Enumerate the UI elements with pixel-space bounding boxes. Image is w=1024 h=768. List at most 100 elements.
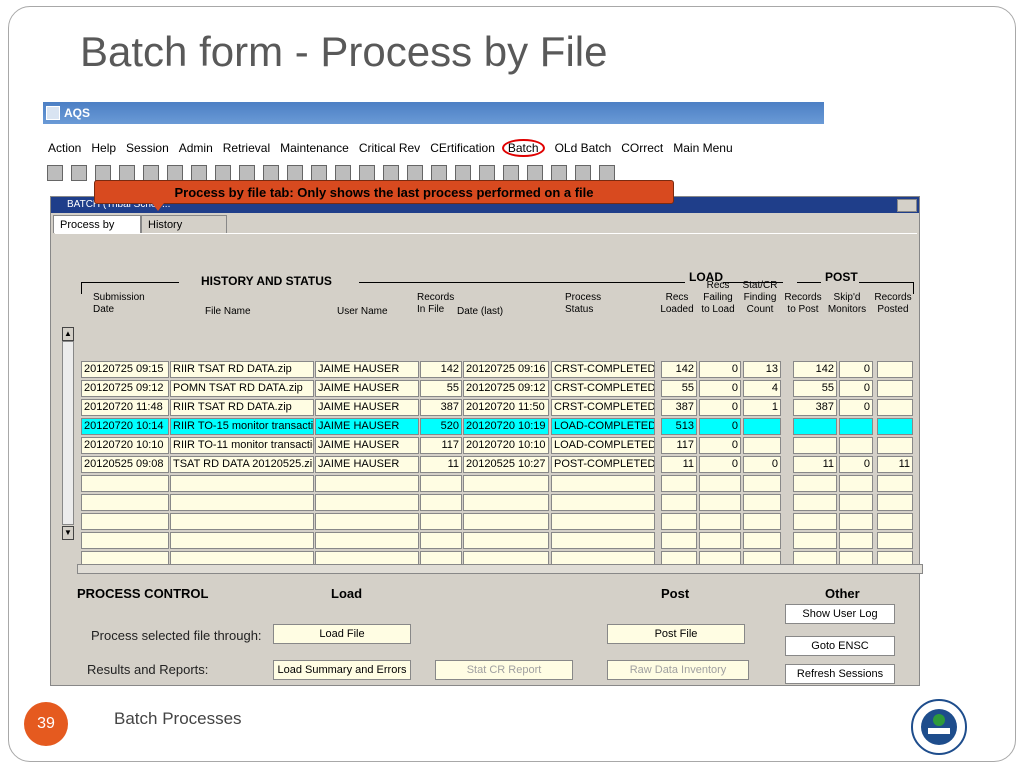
table-cell[interactable]: CRST-COMPLETED <box>551 399 655 416</box>
menu-item-session[interactable]: Session <box>126 141 169 155</box>
table-cell[interactable]: 142 <box>420 361 462 378</box>
menu-item-action[interactable]: Action <box>48 141 81 155</box>
table-cell[interactable] <box>81 532 169 549</box>
table-cell[interactable] <box>877 494 913 511</box>
duplicate-icon[interactable] <box>503 165 519 181</box>
last-block-icon[interactable] <box>407 165 423 181</box>
table-cell[interactable]: 4 <box>743 380 781 397</box>
table-cell[interactable]: 20120525 10:27 <box>463 456 549 473</box>
table-cell[interactable]: 387 <box>420 399 462 416</box>
table-cell[interactable]: 0 <box>839 361 873 378</box>
copy-icon[interactable] <box>167 165 183 181</box>
scrollbar-track[interactable] <box>62 341 74 525</box>
table-cell[interactable] <box>839 418 873 435</box>
table-cell[interactable]: POMN TSAT RD DATA.zip <box>170 380 314 397</box>
table-cell[interactable] <box>743 513 781 530</box>
table-cell[interactable] <box>743 437 781 454</box>
table-cell[interactable]: JAIME HAUSER <box>315 399 419 416</box>
count-icon[interactable] <box>239 165 255 181</box>
table-cell[interactable] <box>793 513 837 530</box>
table-cell[interactable] <box>793 494 837 511</box>
table-cell[interactable] <box>661 532 697 549</box>
table-cell[interactable]: 0 <box>839 380 873 397</box>
table-cell[interactable] <box>699 513 741 530</box>
menu-item-retrieval[interactable]: Retrieval <box>223 141 270 155</box>
tab-process-by-file[interactable]: Process by File <box>53 215 141 249</box>
table-cell[interactable] <box>463 513 549 530</box>
table-cell[interactable] <box>551 513 655 530</box>
table-cell[interactable]: 0 <box>839 399 873 416</box>
table-cell[interactable] <box>551 532 655 549</box>
table-cell[interactable] <box>463 494 549 511</box>
table-cell[interactable] <box>793 437 837 454</box>
menu-item-batch[interactable]: Batch <box>501 139 545 157</box>
table-cell[interactable]: 387 <box>661 399 697 416</box>
table-cell[interactable] <box>315 513 419 530</box>
table-cell[interactable]: 20120720 10:14 <box>81 418 169 435</box>
table-cell[interactable]: 513 <box>661 418 697 435</box>
table-cell[interactable] <box>551 494 655 511</box>
table-cell[interactable] <box>170 494 314 511</box>
table-cell[interactable] <box>793 418 837 435</box>
table-cell[interactable]: JAIME HAUSER <box>315 418 419 435</box>
table-cell[interactable] <box>743 475 781 492</box>
table-cell[interactable]: 0 <box>699 361 741 378</box>
prev-block-icon[interactable] <box>335 165 351 181</box>
table-cell[interactable] <box>551 475 655 492</box>
table-cell[interactable]: CRST-COMPLETED <box>551 361 655 378</box>
show-user-log-button[interactable]: Show User Log <box>785 604 895 624</box>
table-cell[interactable]: 20120720 10:19 <box>463 418 549 435</box>
table-cell[interactable] <box>420 513 462 530</box>
table-cell[interactable]: 20120725 09:16 <box>463 361 549 378</box>
table-cell[interactable] <box>315 532 419 549</box>
table-cell[interactable]: 11 <box>793 456 837 473</box>
save-icon[interactable] <box>47 165 63 181</box>
block-icon[interactable] <box>287 165 303 181</box>
table-cell[interactable]: 0 <box>839 456 873 473</box>
table-cell[interactable]: 20120720 11:50 <box>463 399 549 416</box>
table-cell[interactable] <box>839 437 873 454</box>
table-cell[interactable]: RIIR TSAT RD DATA.zip <box>170 399 314 416</box>
table-cell[interactable]: 13 <box>743 361 781 378</box>
undo-icon[interactable] <box>551 165 567 181</box>
refresh-sessions-button[interactable]: Refresh Sessions <box>785 664 895 684</box>
table-cell[interactable]: 520 <box>420 418 462 435</box>
table-cell[interactable]: 1 <box>743 399 781 416</box>
table-cell[interactable] <box>793 475 837 492</box>
table-cell[interactable] <box>315 475 419 492</box>
table-cell[interactable]: TSAT RD DATA 20120525.zip <box>170 456 314 473</box>
zoom-icon[interactable] <box>575 165 591 181</box>
help-icon[interactable] <box>599 165 615 181</box>
menu-item-correct[interactable]: COrrect <box>621 141 663 155</box>
delete-icon[interactable] <box>479 165 495 181</box>
table-cell[interactable]: 20120725 09:15 <box>81 361 169 378</box>
table-cell[interactable] <box>661 513 697 530</box>
table-cell[interactable]: LOAD-COMPLETED <box>551 418 655 435</box>
cut-icon[interactable] <box>143 165 159 181</box>
scroll-up-icon[interactable]: ▲ <box>62 327 74 341</box>
table-cell[interactable]: 0 <box>699 418 741 435</box>
table-cell[interactable]: 142 <box>793 361 837 378</box>
table-cell[interactable] <box>463 475 549 492</box>
clear-record-icon[interactable] <box>527 165 543 181</box>
table-cell[interactable] <box>170 475 314 492</box>
table-cell[interactable]: 20120720 11:48 <box>81 399 169 416</box>
table-cell[interactable] <box>699 532 741 549</box>
table-cell[interactable]: 117 <box>661 437 697 454</box>
post-file-button[interactable]: Post File <box>607 624 745 644</box>
stat-cr-report-button[interactable]: Stat CR Report <box>435 660 573 680</box>
table-cell[interactable]: 20120725 09:12 <box>463 380 549 397</box>
prev-icon[interactable] <box>359 165 375 181</box>
table-cell[interactable]: 0 <box>699 380 741 397</box>
table-cell[interactable]: 55 <box>661 380 697 397</box>
menu-item-help[interactable]: Help <box>91 141 116 155</box>
table-cell[interactable]: 142 <box>661 361 697 378</box>
table-cell[interactable]: RIIR TO-11 monitor transactio <box>170 437 314 454</box>
table-cell[interactable] <box>420 475 462 492</box>
table-cell[interactable] <box>170 513 314 530</box>
print-icon[interactable] <box>71 165 87 181</box>
table-cell[interactable]: RIIR TSAT RD DATA.zip <box>170 361 314 378</box>
menu-item-critical-rev[interactable]: Critical Rev <box>359 141 420 155</box>
table-cell[interactable] <box>463 532 549 549</box>
menu-item-admin[interactable]: Admin <box>179 141 213 155</box>
